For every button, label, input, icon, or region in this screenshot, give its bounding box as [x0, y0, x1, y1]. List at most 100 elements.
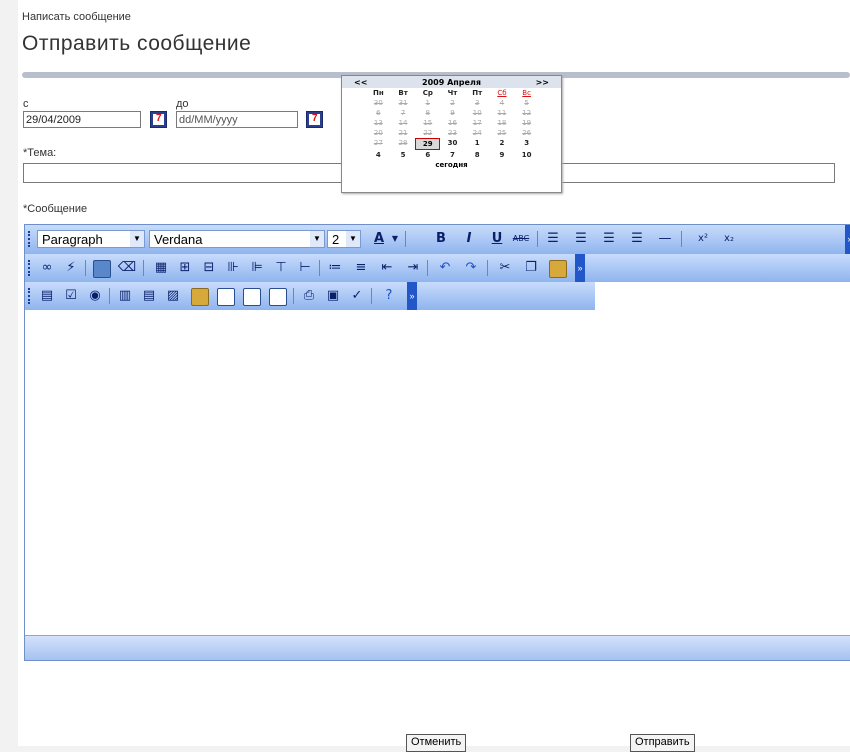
superscript-icon[interactable]: x² [693, 229, 713, 249]
link-icon[interactable]: ∞ [37, 258, 57, 278]
today-button[interactable]: сегодня [342, 161, 561, 169]
toolbar-more-icon[interactable]: » [575, 254, 585, 282]
chevron-down-icon[interactable]: ▼ [389, 229, 401, 249]
unordered-list-icon[interactable]: ≡ [351, 258, 371, 278]
textbox-icon[interactable] [217, 288, 235, 306]
calendar-icon[interactable] [150, 111, 167, 128]
align-center-icon[interactable]: ☰ [571, 229, 591, 249]
calendar-day[interactable]: 7 [440, 150, 465, 160]
calendar-day[interactable]: 14 [391, 118, 416, 128]
table-icon[interactable]: ▦ [151, 258, 171, 278]
delete-row-icon[interactable]: ⊟ [199, 258, 219, 278]
calendar-day[interactable]: 18 [490, 118, 515, 128]
calendar-day[interactable]: 22 [415, 128, 440, 138]
insert-row-icon[interactable]: ⊞ [175, 258, 195, 278]
form-icon[interactable]: ▤ [37, 286, 57, 306]
send-button[interactable]: Отправить [630, 734, 695, 752]
bold-icon[interactable]: B [431, 229, 451, 249]
delete-column-icon[interactable]: ⊫ [247, 258, 267, 278]
date-to-input[interactable]: dd/MM/yyyy [176, 111, 298, 128]
calendar-day[interactable]: 17 [465, 118, 490, 128]
calendar-day[interactable]: 5 [391, 150, 416, 160]
calendar-day[interactable]: 31 [391, 98, 416, 108]
undo-icon[interactable]: ↶ [435, 258, 455, 278]
ordered-list-icon[interactable]: ≔ [325, 258, 345, 278]
calendar-day[interactable]: 23 [440, 128, 465, 138]
image-icon[interactable] [93, 260, 111, 278]
calendar-day[interactable]: 3 [465, 98, 490, 108]
font-name-select[interactable]: Verdana ▼ [149, 230, 325, 248]
calendar-day[interactable]: 12 [514, 108, 539, 118]
underline-icon[interactable]: U [487, 229, 507, 249]
calendar-day[interactable]: 10 [465, 108, 490, 118]
calendar-day[interactable]: 19 [514, 118, 539, 128]
calendar-day[interactable]: 4 [366, 150, 391, 160]
calendar-day[interactable]: 13 [366, 118, 391, 128]
calendar-day[interactable]: 1 [415, 98, 440, 108]
spellcheck-icon[interactable]: ✓ [347, 286, 367, 306]
calendar-day[interactable]: 25 [490, 128, 515, 138]
font-size-select[interactable]: 2 ▼ [327, 230, 361, 248]
block-format-select[interactable]: Paragraph ▼ [37, 230, 145, 248]
horizontal-rule-icon[interactable]: — [655, 229, 675, 249]
cut-icon[interactable]: ✂ [495, 258, 515, 278]
paste-icon[interactable] [549, 260, 567, 278]
indent-icon[interactable]: ⇥ [403, 258, 423, 278]
calendar-day[interactable]: 3 [514, 138, 539, 150]
calendar-day[interactable]: 6 [366, 108, 391, 118]
calendar-day[interactable]: 30 [366, 98, 391, 108]
insert-column-icon[interactable]: ⊪ [223, 258, 243, 278]
calendar-day[interactable]: 6 [415, 150, 440, 160]
submit-button-icon[interactable] [191, 288, 209, 306]
next-month-button[interactable]: >> [536, 78, 549, 87]
calendar-day[interactable]: 5 [514, 98, 539, 108]
breadcrumb[interactable]: Написать сообщение [22, 11, 131, 23]
italic-icon[interactable]: I [459, 229, 479, 249]
toolbar-more-icon[interactable]: » [845, 225, 850, 254]
checkbox-icon[interactable]: ☑ [61, 286, 81, 306]
align-right-icon[interactable]: ☰ [599, 229, 619, 249]
radio-icon[interactable]: ◉ [85, 286, 105, 306]
calendar-day[interactable]: 9 [440, 108, 465, 118]
font-color-icon[interactable]: A [369, 229, 389, 249]
calendar-day-selected[interactable]: 29 [415, 138, 441, 150]
password-field-icon[interactable] [243, 288, 261, 306]
calendar-day[interactable]: 9 [490, 150, 515, 160]
select-all-icon[interactable]: ▣ [323, 286, 343, 306]
calendar-day[interactable]: 8 [465, 150, 490, 160]
calendar-day[interactable]: 27 [366, 138, 391, 150]
calendar-day[interactable]: 10 [514, 150, 539, 160]
dropdown-icon[interactable]: ▤ [139, 286, 159, 306]
calendar-day[interactable]: 1 [465, 138, 490, 150]
subscript-icon[interactable]: x₂ [719, 229, 739, 249]
toolbar-grip[interactable] [28, 288, 32, 304]
split-cell-icon[interactable]: ⊢ [295, 258, 315, 278]
print-icon[interactable]: ⎙ [299, 286, 319, 306]
copy-icon[interactable]: ❐ [521, 258, 541, 278]
calendar-day[interactable]: 20 [366, 128, 391, 138]
editor-content-area[interactable] [25, 310, 850, 635]
eraser-icon[interactable]: ⌫ [117, 258, 137, 278]
calendar-day[interactable]: 4 [490, 98, 515, 108]
outdent-icon[interactable]: ⇤ [377, 258, 397, 278]
toolbar-grip[interactable] [28, 260, 32, 276]
calendar-day[interactable]: 30 [440, 138, 465, 150]
calendar-day[interactable]: 26 [514, 128, 539, 138]
date-from-input[interactable]: 29/04/2009 [23, 111, 141, 128]
hidden-field-icon[interactable] [269, 288, 287, 306]
calendar-day[interactable]: 8 [415, 108, 440, 118]
calendar-icon[interactable] [306, 111, 323, 128]
calendar-day[interactable]: 15 [415, 118, 440, 128]
calendar-day[interactable]: 21 [391, 128, 416, 138]
calendar-day[interactable]: 11 [490, 108, 515, 118]
calendar-day[interactable]: 24 [465, 128, 490, 138]
help-icon[interactable]: ? [379, 286, 399, 306]
redo-icon[interactable]: ↷ [461, 258, 481, 278]
calendar-day[interactable]: 16 [440, 118, 465, 128]
justify-icon[interactable]: ☰ [627, 229, 647, 249]
toolbar-grip[interactable] [28, 231, 32, 247]
listbox-icon[interactable]: ▥ [115, 286, 135, 306]
unlink-icon[interactable]: ⚡ [61, 258, 81, 278]
align-left-icon[interactable]: ☰ [543, 229, 563, 249]
image-button-icon[interactable]: ▨ [163, 286, 183, 306]
